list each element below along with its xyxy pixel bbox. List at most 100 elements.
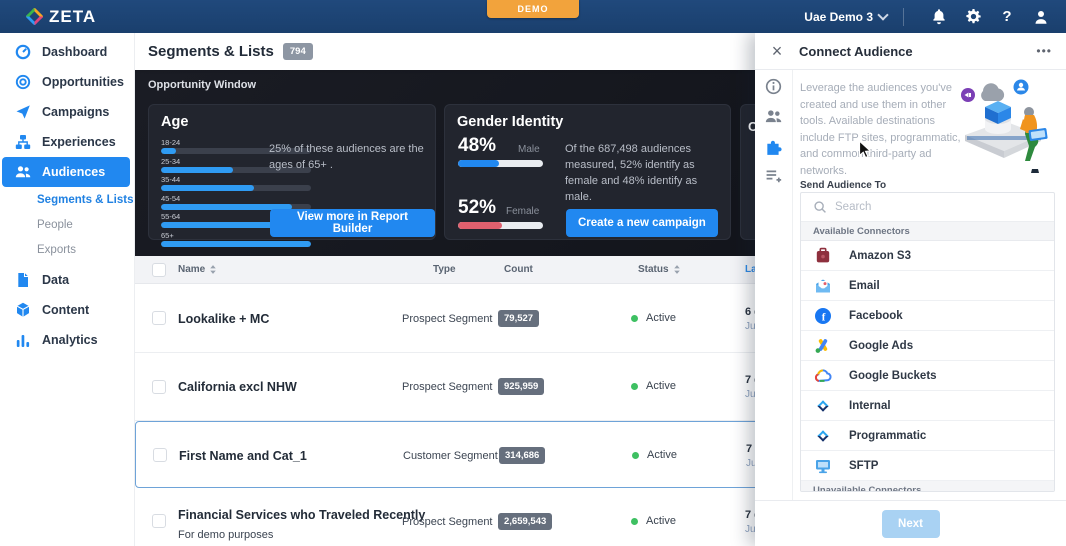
count-badge: 2,659,543 [498,513,552,530]
column-header-name[interactable]: Name [178,264,217,275]
male-bar-fill [458,160,499,167]
sidebar-item-label: Audiences [42,165,105,179]
connector-sftp[interactable]: SFTP [801,451,1054,481]
audiences-icon [15,164,31,180]
settings-button[interactable] [956,0,990,33]
male-percentage: 48% [458,135,496,157]
sidebar-item-audiences[interactable]: Audiences [2,157,130,187]
more-options-icon[interactable]: ••• [1036,44,1052,58]
sidebar-item-content[interactable]: Content [0,295,134,325]
sidebar-item-opportunities[interactable]: Opportunities [0,67,134,97]
dashboard-icon [15,44,31,60]
status-dot [631,518,638,525]
send-audience-to-label: Send Audience To [800,180,886,191]
sidebar-sub-exports[interactable]: Exports [0,237,134,262]
close-icon[interactable]: × [755,42,799,60]
segment-name[interactable]: Financial Services who Traveled Recently [178,508,425,522]
connector-programmatic[interactable]: Programmatic [801,421,1054,451]
select-all-checkbox[interactable] [152,263,166,277]
create-campaign-button[interactable]: Create a new campaign [566,209,718,237]
age-bar [161,148,176,154]
next-button[interactable]: Next [882,510,940,538]
experiences-icon [15,134,31,150]
sidebar-item-campaigns[interactable]: Campaigns [0,97,134,127]
sidebar-sub-segments-lists[interactable]: Segments & Lists [0,187,134,212]
status-cell: Active [631,312,676,324]
sidebar-item-data[interactable]: Data [0,265,134,295]
list-plus-icon[interactable] [765,168,782,185]
connector-email[interactable]: Email [801,271,1054,301]
status-dot [631,315,638,322]
male-bar [458,160,543,167]
bell-icon [931,9,947,25]
sidebar-item-dashboard[interactable]: Dashboard [0,37,134,67]
content-icon [15,302,31,318]
column-header-status[interactable]: Status [638,264,681,275]
gender-card: Gender Identity 48% Male 52% Female Of t… [444,104,731,240]
connector-google-ads[interactable]: Google Ads [801,331,1054,361]
age-note: 25% of these audiences are the ages of 6… [269,142,427,174]
account-switcher[interactable]: Uae Demo 3 [804,10,887,24]
status-badge: Active [646,515,676,527]
sidebar-sub-people[interactable]: People [0,212,134,237]
row-checkbox[interactable] [153,448,167,462]
connect-audience-panel: × Connect Audience ••• Leverage the audi… [755,33,1066,546]
segment-type: Customer Segment [403,450,498,462]
male-label: Male [518,144,540,155]
sidebar-item-experiences[interactable]: Experiences [0,127,134,157]
report-builder-button[interactable]: View more in Report Builder [270,209,435,237]
column-header-count[interactable]: Count [504,264,533,275]
segment-name[interactable]: Lookalike + MC [178,312,269,326]
panel-footer: Next [755,500,1066,546]
unavailable-connectors-header: Unavailable Connectors [801,481,1054,492]
profile-button[interactable] [1024,0,1058,33]
row-checkbox[interactable] [152,514,166,528]
segment-name[interactable]: First Name and Cat_1 [179,449,307,463]
help-button[interactable]: ? [990,0,1024,33]
row-checkbox[interactable] [152,311,166,325]
opportunities-icon [15,74,31,90]
status-badge: Active [646,380,676,392]
count-badge: 79,527 [498,310,539,327]
opportunity-window-label: Opportunity Window [148,79,256,91]
connector-facebook[interactable]: f Facebook [801,301,1054,331]
age-bar-label: 35-44 [161,175,311,184]
audience-users-icon[interactable] [765,108,782,125]
segment-subtitle: For demo purposes [178,529,273,541]
svg-text:f: f [822,311,826,323]
brand-name: ZETA [49,7,96,27]
connector-google-buckets[interactable]: Google Buckets [801,361,1054,391]
segment-name[interactable]: California excl NHW [178,380,297,394]
connector-search[interactable] [801,193,1054,222]
analytics-icon [15,332,31,348]
notifications-button[interactable] [922,0,956,33]
sort-icon[interactable] [209,264,217,275]
connector-internal[interactable]: Internal [801,391,1054,421]
connector-amazon-s3[interactable]: Amazon S3 [801,241,1054,271]
sort-icon[interactable] [673,264,681,275]
sidebar-item-label: Opportunities [42,75,124,89]
status-dot [632,452,639,459]
age-bar [161,167,233,173]
connector-list: Available Connectors Amazon S3 Email f F… [800,192,1055,492]
zeta-logo[interactable]: ZETA [28,7,96,27]
account-label: Uae Demo 3 [804,10,873,24]
row-checkbox[interactable] [152,380,166,394]
search-input[interactable] [835,201,1015,213]
amazon-s3-icon [814,247,832,265]
demo-ribbon[interactable]: DEMO [487,0,579,18]
female-bar-fill [458,222,502,229]
info-icon[interactable] [765,78,782,95]
sidebar: Dashboard Opportunities Campaigns Experi… [0,33,135,546]
connectors-puzzle-icon[interactable] [765,138,782,155]
sidebar-item-label: Data [42,273,69,287]
age-card-title: Age [161,114,188,130]
column-header-type[interactable]: Type [433,264,456,275]
navbar-divider [903,8,904,26]
zeta-diamond-icon [814,397,832,415]
segment-type: Prospect Segment [402,381,493,393]
campaigns-icon [15,104,31,120]
sftp-icon [814,457,832,475]
email-icon [814,277,832,295]
sidebar-item-analytics[interactable]: Analytics [0,325,134,355]
